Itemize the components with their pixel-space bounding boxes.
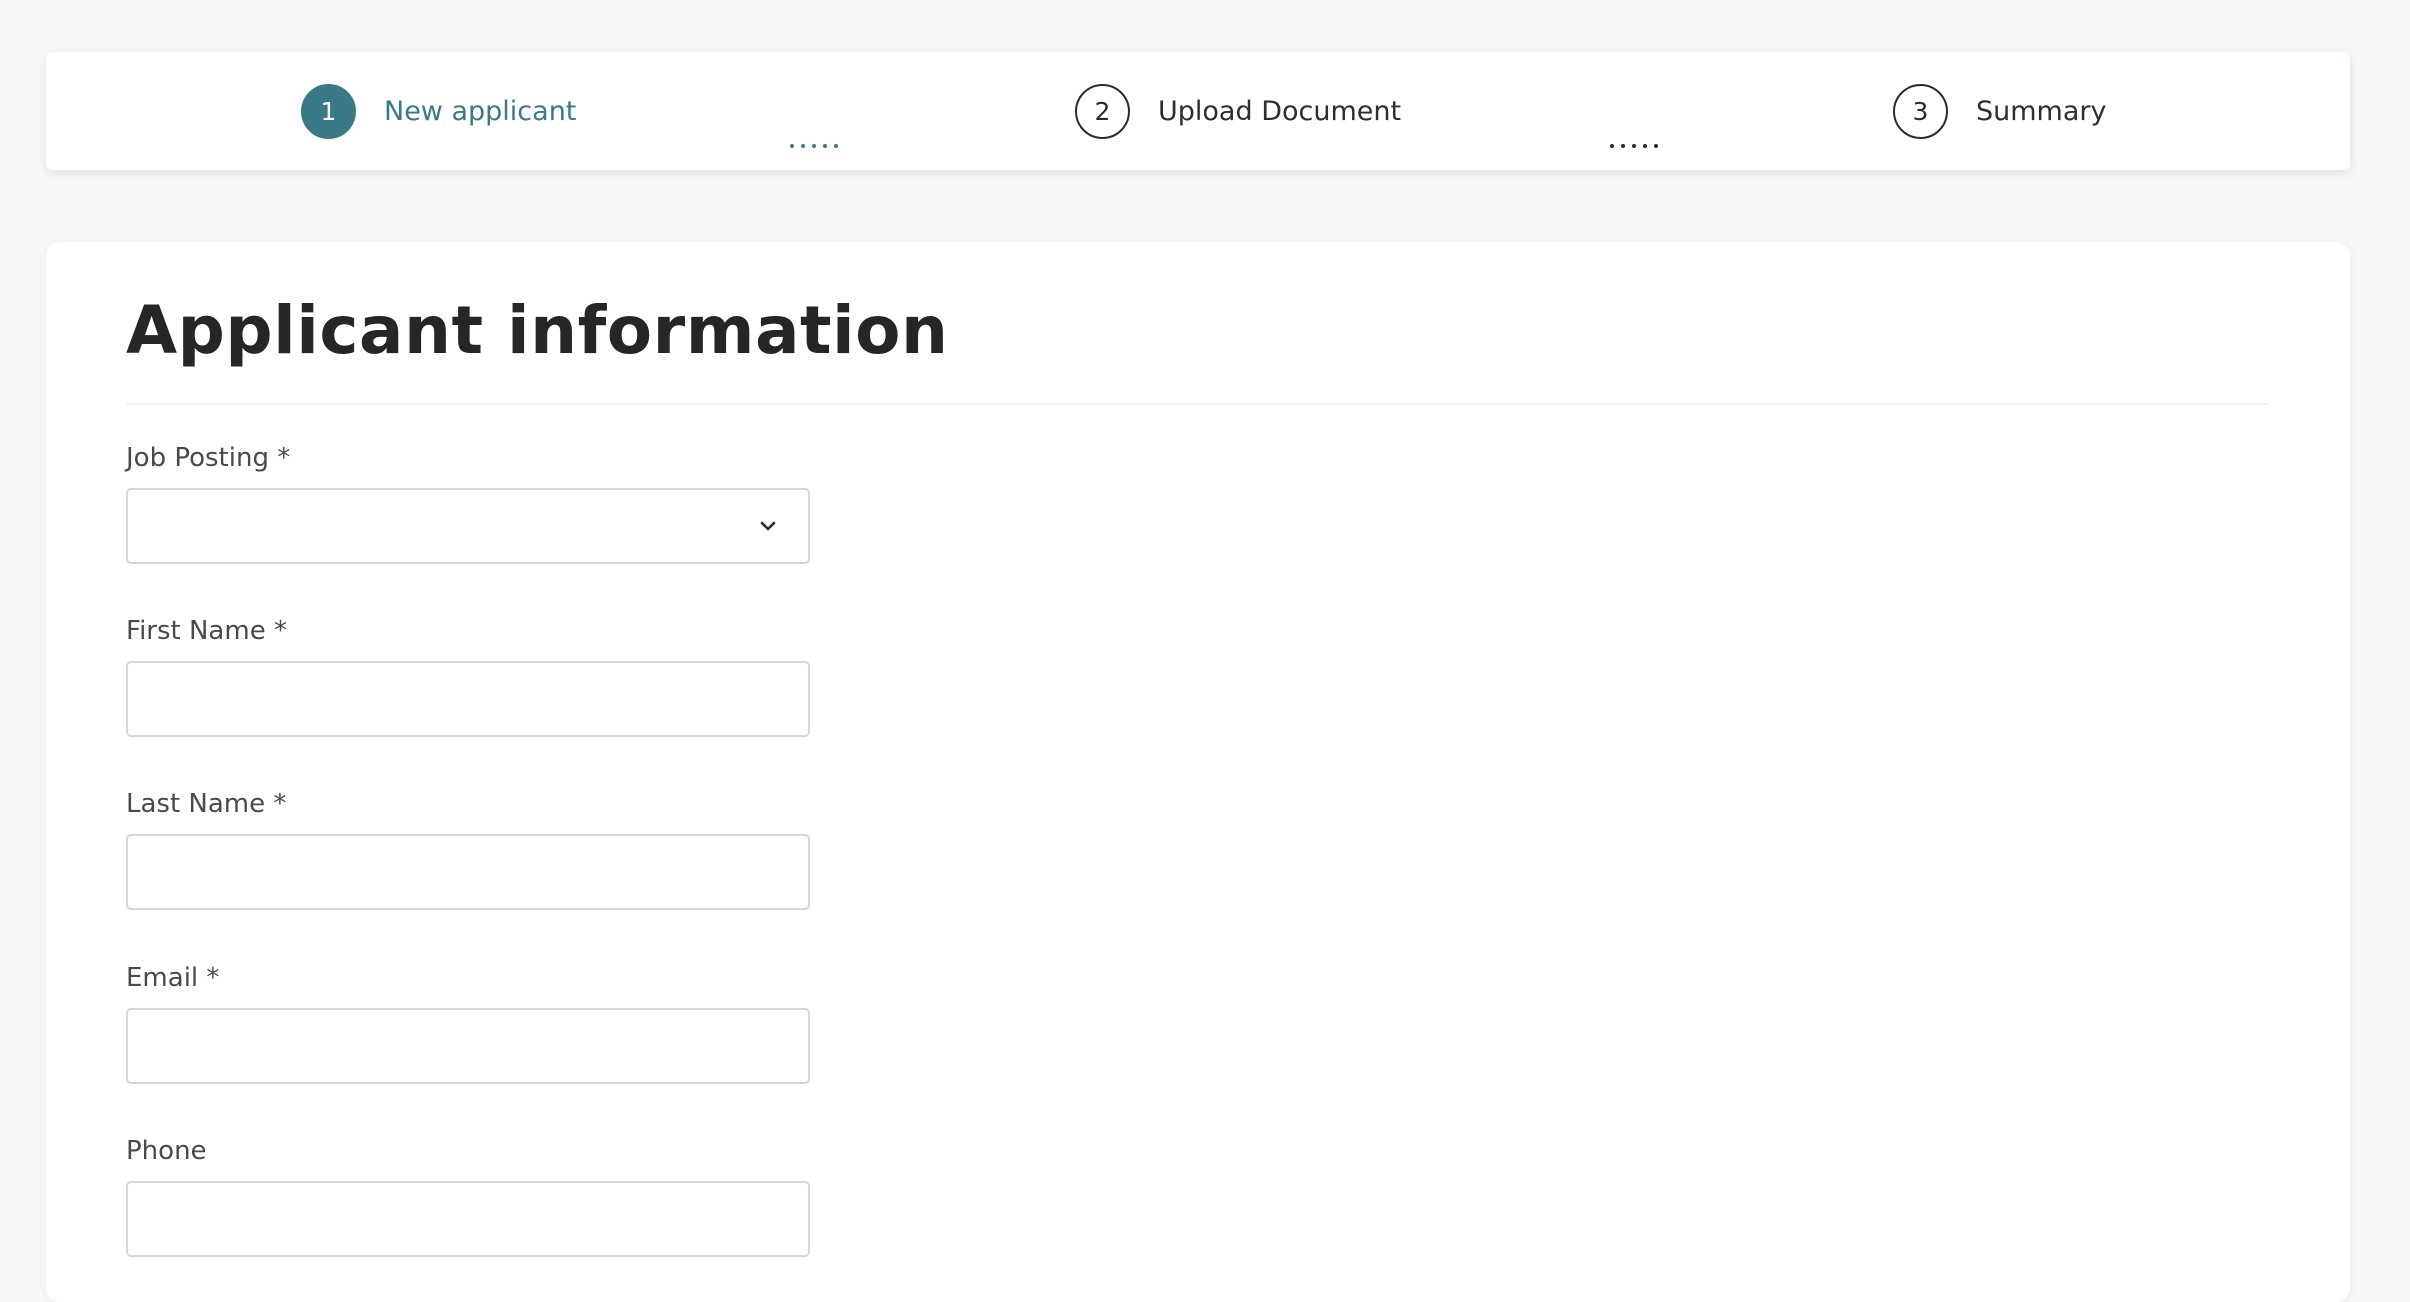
phone-label: Phone: [126, 1136, 207, 1166]
page-title: Applicant information: [126, 292, 949, 369]
last-name-input[interactable]: [126, 834, 810, 910]
step-new-applicant[interactable]: 1 New applicant: [301, 52, 576, 170]
email-label: Email *: [126, 963, 220, 993]
job-posting-label: Job Posting *: [126, 443, 291, 473]
job-posting-select[interactable]: [126, 488, 810, 564]
first-name-label: First Name *: [126, 616, 287, 646]
progress-stepper: 1 New applicant 2 Upload Document 3 Summ…: [46, 52, 2350, 170]
step-summary[interactable]: 3 Summary: [1893, 52, 2106, 170]
step-upload-document[interactable]: 2 Upload Document: [1075, 52, 1401, 170]
step-connector: [790, 144, 838, 152]
step-connector: [1610, 144, 1658, 152]
step-number: 2: [1075, 83, 1130, 139]
step-label: Summary: [1976, 95, 2107, 127]
chevron-down-icon: [760, 521, 776, 531]
step-number: 3: [1893, 83, 1948, 139]
email-field: Email *: [126, 960, 810, 1084]
step-label: Upload Document: [1158, 95, 1402, 127]
applicant-form-card: Applicant information Job Posting * Firs…: [46, 242, 2350, 1302]
first-name-field: First Name *: [126, 613, 810, 737]
first-name-input[interactable]: [126, 661, 810, 737]
job-posting-field: Job Posting *: [126, 440, 810, 564]
phone-input[interactable]: [126, 1181, 810, 1257]
email-input[interactable]: [126, 1008, 810, 1084]
last-name-label: Last Name *: [126, 789, 287, 819]
step-number: 1: [301, 83, 356, 139]
step-label: New applicant: [384, 95, 577, 127]
last-name-field: Last Name *: [126, 786, 810, 910]
divider: [126, 403, 2268, 405]
phone-field: Phone: [126, 1133, 810, 1257]
